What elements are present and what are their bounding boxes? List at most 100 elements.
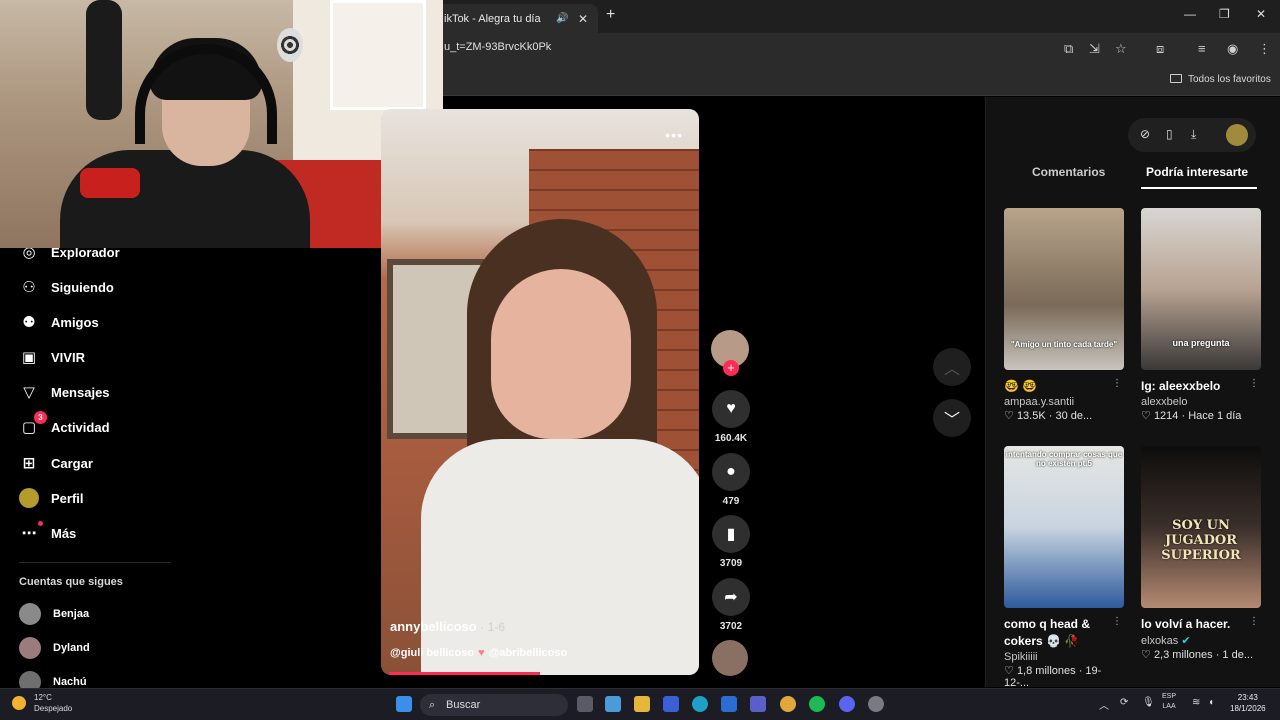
- nav-following[interactable]: ⚇ Siguiendo: [19, 276, 114, 298]
- video-thumbnail[interactable]: "Amigo un tinto cada tarde": [1004, 208, 1124, 370]
- autoscroll-icon[interactable]: ⊘: [1140, 127, 1150, 141]
- translate-icon[interactable]: ⧉: [1064, 41, 1073, 57]
- mention-link[interactable]: @abribellicoso: [489, 647, 568, 659]
- profile-icon[interactable]: ◉: [1227, 41, 1238, 57]
- close-window-icon[interactable]: ✕: [1256, 7, 1266, 21]
- suggested-video-card[interactable]: SOY UN JUGADOR SUPERIOR lo volví a hacer…: [1141, 446, 1261, 661]
- search-label: Buscar: [446, 699, 481, 711]
- card-menu-icon[interactable]: ⋮: [1249, 378, 1259, 389]
- suggested-video-card[interactable]: una pregunta Ig: aleexxbelo ⋮ alexxbelo …: [1141, 208, 1261, 422]
- card-menu-icon[interactable]: ⋮: [1249, 616, 1259, 627]
- save-action[interactable]: ▮ 3709: [711, 515, 751, 569]
- comment-icon[interactable]: ●: [712, 453, 750, 491]
- suggested-video-card[interactable]: "Amigo un tinto cada tarde" 🤓 🤓 ⋮ ampaa.…: [1004, 208, 1124, 422]
- edge-icon[interactable]: [692, 696, 708, 712]
- like-action[interactable]: ♥ 160.4K: [711, 390, 751, 444]
- language-indicator[interactable]: ESP LAA: [1162, 692, 1176, 712]
- download-icon[interactable]: ⤓: [1191, 127, 1196, 142]
- more-options-icon[interactable]: •••: [665, 127, 683, 143]
- chevron-up-tray-icon[interactable]: ︿: [1099, 697, 1109, 712]
- minimize-icon[interactable]: —: [1184, 7, 1196, 21]
- menu-kebab-icon[interactable]: ⋮: [1258, 41, 1271, 57]
- store-icon[interactable]: [663, 696, 679, 712]
- card-menu-icon[interactable]: ⋮: [1112, 378, 1122, 389]
- card-user[interactable]: ampaa.y.santii: [1004, 396, 1124, 408]
- mic-icon[interactable]: 🎙: [1142, 697, 1155, 708]
- card-user[interactable]: elxokas ✔: [1141, 634, 1261, 647]
- windows-start-icon[interactable]: [396, 696, 412, 712]
- nav-live[interactable]: ▣ VIVIR: [19, 346, 85, 368]
- video-thumbnail[interactable]: SOY UN JUGADOR SUPERIOR: [1141, 446, 1261, 608]
- video-progress-bar[interactable]: [389, 672, 540, 675]
- weather-widget[interactable]: 12°C Despejado: [12, 692, 72, 714]
- bookmark-icon[interactable]: ▮: [712, 515, 750, 553]
- task-view-icon[interactable]: [577, 696, 593, 712]
- video-date: · 1-6: [480, 620, 506, 634]
- thumbnail-caption: SOY UN JUGADOR SUPERIOR: [1161, 518, 1241, 563]
- tab-suggested[interactable]: Podría interesarte: [1146, 165, 1248, 179]
- system-clock[interactable]: 23:43 18/1/2026: [1230, 692, 1266, 714]
- tab-comments[interactable]: Comentarios: [1032, 165, 1105, 179]
- share-icon[interactable]: ➦: [712, 578, 750, 616]
- card-user[interactable]: alexxbelo: [1141, 396, 1261, 408]
- comment-action[interactable]: ● 479: [711, 453, 751, 507]
- maximize-icon[interactable]: ❐: [1219, 7, 1230, 21]
- chrome-icon[interactable]: [780, 696, 796, 712]
- user-avatar[interactable]: [1226, 124, 1248, 146]
- share-action[interactable]: ➦ 3702: [711, 578, 751, 632]
- video-thumbnail[interactable]: una pregunta: [1141, 208, 1261, 370]
- nav-messages[interactable]: ▽ Mensajes: [19, 381, 109, 403]
- author-name: annybellicoso: [390, 619, 477, 634]
- volume-icon[interactable]: ◖: [1208, 697, 1214, 708]
- taskbar-search[interactable]: ⌕ Buscar: [420, 694, 568, 716]
- star-bookmark-icon[interactable]: ☆: [1115, 41, 1127, 57]
- avatar: [19, 603, 41, 625]
- wifi-icon[interactable]: ≋: [1192, 697, 1200, 708]
- speaker-icon[interactable]: 🔊: [556, 13, 570, 24]
- video-player[interactable]: ••• annybellicoso · 1-6 @giuli bellicoso…: [381, 109, 699, 675]
- video-mentions: @giuli bellicoso ♥ @abribellicoso: [390, 647, 567, 659]
- heart-icon[interactable]: ♥: [712, 390, 750, 428]
- comment-count: 479: [722, 496, 740, 507]
- nav-activity[interactable]: ▢ 3 Actividad: [19, 411, 110, 438]
- mail-icon[interactable]: [721, 696, 737, 712]
- nav-friends[interactable]: ⚉ Amigos: [19, 311, 98, 333]
- browser-tab-tiktok[interactable]: ikTok - Alegra tu día 🔊 ✕: [432, 4, 598, 33]
- music-disc-icon[interactable]: [712, 640, 748, 676]
- video-thumbnail[interactable]: intentando comprar cosas que no existen …: [1004, 446, 1124, 608]
- folder-icon: [1170, 74, 1182, 83]
- inbox-icon: ▢ 3: [19, 411, 47, 437]
- phone-icon[interactable]: ▯: [1166, 127, 1173, 141]
- previous-video-button[interactable]: ︿: [933, 348, 971, 386]
- discord-icon[interactable]: [839, 696, 855, 712]
- all-favorites[interactable]: Todos los favoritos: [1170, 74, 1271, 85]
- following-item[interactable]: Benjaa: [19, 603, 89, 625]
- obs-icon[interactable]: [868, 696, 884, 712]
- close-tab-icon[interactable]: ✕: [578, 12, 592, 26]
- clock-date: 18/1/2026: [1230, 704, 1266, 713]
- teams-icon[interactable]: [750, 696, 766, 712]
- card-menu-icon[interactable]: ⋮: [1112, 616, 1122, 627]
- install-app-icon[interactable]: ⇲: [1089, 41, 1100, 57]
- following-item[interactable]: Dyland: [19, 637, 90, 659]
- nav-more[interactable]: ⋯ Más: [19, 521, 76, 544]
- card-title: 🤓 🤓: [1004, 379, 1038, 393]
- nav-profile[interactable]: Perfil: [19, 487, 84, 509]
- extensions-icon[interactable]: ⧈: [1156, 41, 1164, 57]
- card-user[interactable]: Spikiiiii: [1004, 651, 1124, 663]
- follow-plus-button[interactable]: +: [723, 360, 739, 376]
- next-video-button[interactable]: ﹀: [933, 399, 971, 437]
- sync-icon[interactable]: ⟳: [1120, 697, 1128, 708]
- suggested-video-card[interactable]: intentando comprar cosas que no existen …: [1004, 446, 1124, 689]
- file-explorer-icon[interactable]: [634, 696, 650, 712]
- card-meta: ♡ 13.5K · 30 de...: [1004, 409, 1124, 422]
- chevron-up-icon: ︿: [943, 361, 960, 378]
- mention-link[interactable]: @giuli bellicoso: [390, 647, 474, 659]
- copilot-icon[interactable]: [605, 696, 621, 712]
- video-author[interactable]: annybellicoso · 1-6: [390, 619, 505, 634]
- new-tab-button[interactable]: +: [606, 6, 615, 24]
- url-field[interactable]: u_t=ZM-93BrvcKk0Pk: [444, 41, 551, 53]
- spotify-icon[interactable]: [809, 696, 825, 712]
- media-control-icon[interactable]: ≡: [1198, 41, 1206, 56]
- nav-upload[interactable]: ⊞ Cargar: [19, 452, 93, 474]
